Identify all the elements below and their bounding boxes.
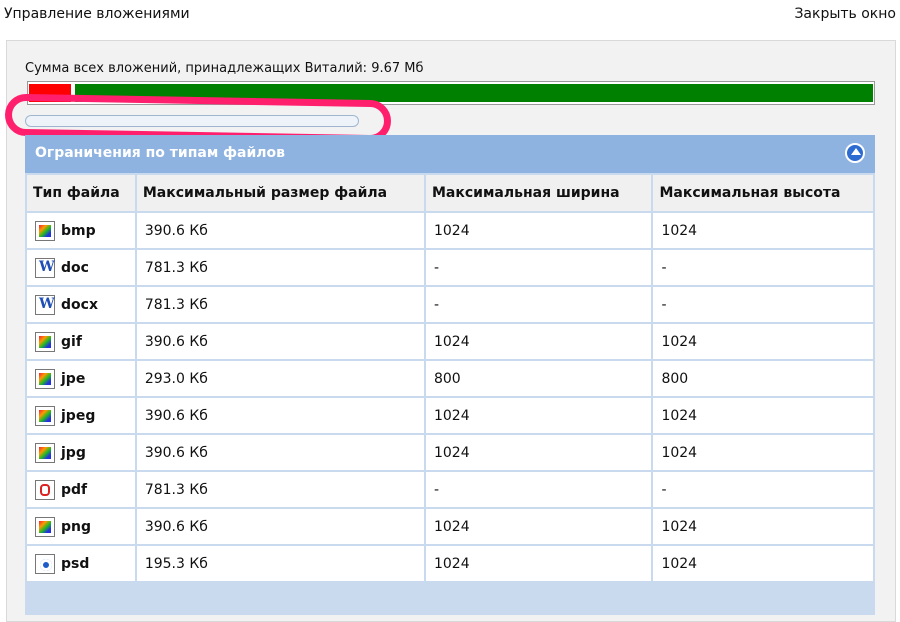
file-extension: jpeg: [61, 407, 96, 424]
pdf-file-icon: [35, 479, 55, 500]
file-type: docx: [35, 294, 127, 315]
max-size-cell: 390.6 Кб: [136, 509, 424, 544]
file-type: jpe: [35, 368, 127, 389]
file-extension: jpg: [61, 444, 86, 461]
file-type-cell: psd: [27, 546, 135, 581]
max-height-cell: -: [653, 472, 873, 507]
usage-summary: Сумма всех вложений, принадлежащих Витал…: [25, 61, 424, 76]
section-header: Ограничения по типам файлов: [25, 135, 875, 173]
max-size-cell: 390.6 Кб: [136, 435, 424, 470]
image-file-icon: [35, 220, 55, 241]
max-width-cell: 1024: [425, 324, 652, 359]
file-type-cell: gif: [27, 324, 135, 359]
file-type: doc: [35, 257, 127, 278]
max-size-cell: 781.3 Кб: [136, 472, 424, 507]
table-row: gif 390.6 Кб 1024 1024: [27, 324, 873, 359]
max-size-cell: 293.0 Кб: [136, 361, 424, 396]
file-extension: bmp: [61, 222, 96, 239]
file-extension: jpe: [61, 370, 86, 387]
max-height-cell: -: [653, 250, 873, 285]
max-width-cell: 800: [425, 361, 652, 396]
max-height-cell: 1024: [653, 213, 873, 248]
max-height-cell: 1024: [653, 509, 873, 544]
file-type: png: [35, 516, 127, 537]
file-extension: gif: [61, 333, 82, 350]
file-type-cell: bmp: [27, 213, 135, 248]
max-height-cell: -: [653, 287, 873, 322]
file-extension: pdf: [61, 481, 88, 498]
word-file-icon: [35, 257, 55, 278]
max-width-cell: 1024: [425, 435, 652, 470]
table-row: psd 195.3 Кб 1024 1024: [27, 546, 873, 581]
max-height-cell: 800: [653, 361, 873, 396]
word-file-icon: [35, 294, 55, 315]
psd-file-icon: [35, 553, 55, 574]
max-size-cell: 390.6 Кб: [136, 398, 424, 433]
file-extension: doc: [61, 259, 89, 276]
max-width-cell: 1024: [425, 213, 652, 248]
max-height-cell: 1024: [653, 398, 873, 433]
file-type: jpeg: [35, 405, 127, 426]
max-width-cell: 1024: [425, 398, 652, 433]
file-type-cell: pdf: [27, 472, 135, 507]
max-width-cell: -: [425, 287, 652, 322]
image-file-icon: [35, 442, 55, 463]
max-width-cell: -: [425, 250, 652, 285]
table-row: docx781.3 Кб--: [27, 287, 873, 322]
file-extension: docx: [61, 296, 98, 313]
file-type-cell: jpg: [27, 435, 135, 470]
window-title: Управление вложениями: [4, 6, 190, 22]
max-size-cell: 390.6 Кб: [136, 213, 424, 248]
table-row: png 390.6 Кб 1024 1024: [27, 509, 873, 544]
max-width-cell: -: [425, 472, 652, 507]
table-row: jpg 390.6 Кб 1024 1024: [27, 435, 873, 470]
attachments-panel: Сумма всех вложений, принадлежащих Витал…: [4, 40, 896, 622]
file-type-cell: jpe: [27, 361, 135, 396]
file-type-limits-section: Ограничения по типам файлов Тип файла Мак…: [25, 135, 875, 615]
image-file-icon: [35, 405, 55, 426]
max-size-cell: 781.3 Кб: [136, 287, 424, 322]
file-type-limits-table: Тип файла Максимальный размер файла Максим…: [25, 173, 875, 583]
max-height-cell: 1024: [653, 546, 873, 581]
section-title: Ограничения по типам файлов: [35, 145, 286, 161]
table-row: pdf 781.3 Кб - -: [27, 472, 873, 507]
table-row: jpe 293.0 Кб 800 800: [27, 361, 873, 396]
close-window-link[interactable]: Закрыть окно: [794, 6, 896, 22]
file-type: jpg: [35, 442, 127, 463]
column-header: Тип файла: [27, 175, 135, 211]
file-type: gif: [35, 331, 127, 352]
file-type-cell: jpeg: [27, 398, 135, 433]
column-header: Максимальная высота: [653, 175, 873, 211]
file-type-cell: docx: [27, 287, 135, 322]
image-file-icon: [35, 516, 55, 537]
table-row: doc781.3 Кб--: [27, 250, 873, 285]
image-file-icon: [35, 368, 55, 389]
file-extension: png: [61, 518, 92, 535]
file-type-cell: png: [27, 509, 135, 544]
table-row: jpeg 390.6 Кб 1024 1024: [27, 398, 873, 433]
max-size-cell: 195.3 Кб: [136, 546, 424, 581]
max-width-cell: 1024: [425, 546, 652, 581]
max-size-cell: 390.6 Кб: [136, 324, 424, 359]
file-type: pdf: [35, 479, 127, 500]
max-size-cell: 781.3 Кб: [136, 250, 424, 285]
max-height-cell: 1024: [653, 435, 873, 470]
column-header: Максимальная ширина: [425, 175, 652, 211]
table-row: bmp 390.6 Кб 1024 1024: [27, 213, 873, 248]
file-extension: psd: [61, 555, 90, 572]
file-type: bmp: [35, 220, 127, 241]
collapse-icon[interactable]: [845, 143, 865, 163]
image-file-icon: [35, 331, 55, 352]
file-type-cell: doc: [27, 250, 135, 285]
max-height-cell: 1024: [653, 324, 873, 359]
max-width-cell: 1024: [425, 509, 652, 544]
table-header-row: Тип файла Максимальный размер файла Максим…: [27, 175, 873, 211]
column-header: Максимальный размер файла: [136, 175, 424, 211]
window-header: Управление вложениями Закрыть окно: [0, 0, 900, 30]
file-type: psd: [35, 553, 127, 574]
